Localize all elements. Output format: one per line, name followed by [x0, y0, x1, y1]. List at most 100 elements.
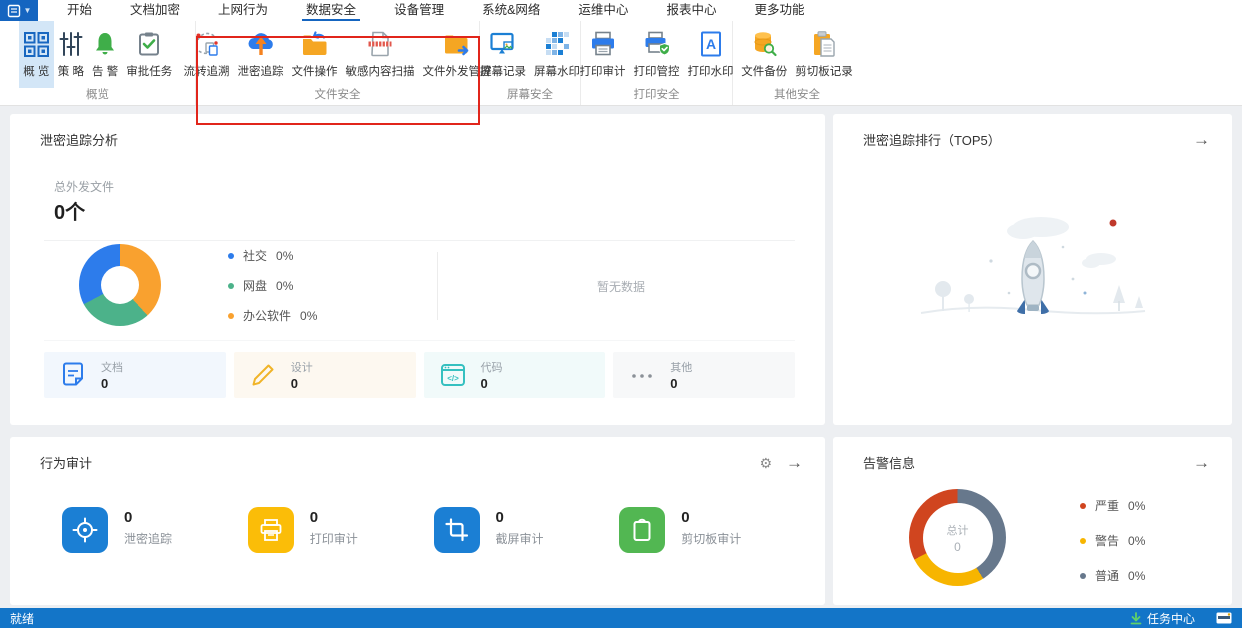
ribbon-button-file-backup[interactable]: 文件备份 [737, 21, 791, 88]
ribbon-group-label-file-security: 文件安全 [314, 89, 361, 101]
leak-analysis-title: 泄密追踪分析 [40, 133, 119, 148]
ribbon-button-overview[interactable]: 概 览 [18, 21, 54, 88]
arrow-right-icon[interactable]: → [1193, 454, 1210, 471]
ribbon-group-label-other-security: 其他安全 [774, 89, 820, 101]
app-menu-caret-icon: ▼ [23, 5, 32, 15]
tile-other: 其他 0 [613, 352, 795, 398]
clipboard-record-icon [810, 26, 838, 62]
divider [44, 240, 795, 241]
menu-tab-system-network[interactable]: 系统&网络 [463, 0, 559, 21]
leak-trace-ranking-card: 泄密追踪排行（TOP5） → [833, 114, 1232, 425]
gear-icon[interactable]: ⚙ [759, 456, 772, 470]
no-data-text: 暂无数据 [596, 280, 645, 294]
ribbon-button-sensitive-scan[interactable]: 敏感内容扫描 [342, 21, 419, 88]
screen-record-icon [489, 26, 517, 62]
menu-tab-start[interactable]: 开始 [48, 0, 111, 21]
file-operation-folder-icon [300, 26, 330, 62]
arrow-right-icon[interactable]: → [786, 454, 803, 471]
ribbon-group-overview: 概 览 策 略 告 警 审批任务 概览 [0, 21, 196, 105]
statusbar: 就绪 任务中心 [0, 608, 1242, 628]
app-logo-icon [7, 4, 20, 17]
menu-tab-report-center[interactable]: 报表中心 [647, 0, 735, 21]
ribbon-group-label-overview: 概览 [86, 89, 109, 101]
legend-dot-normal [1080, 572, 1086, 579]
ribbon-button-screen-record[interactable]: 屏幕记录 [476, 21, 530, 88]
ribbon-group-print-security: 打印审计 打印管控 A 打印水印 打印安全 [580, 21, 734, 105]
legend-item-social: 社交 0% [228, 247, 317, 264]
menu-tabs: 开始 文档加密 上网行为 数据安全 设备管理 系统&网络 运维中心 报表中心 更… [48, 0, 823, 21]
ribbon-group-other-security: 文件备份 剪切板记录 其他安全 [733, 21, 861, 105]
crop-icon [433, 507, 480, 553]
ribbon-button-leak-trace[interactable]: 泄密追踪 [234, 21, 288, 88]
leak-trace-cloud-icon [246, 26, 276, 62]
behavior-audit-stats: 0 泄密追踪 0 打印审计 0 截屏审计 0 剪切板审计 [62, 507, 805, 553]
document-icon [63, 362, 83, 386]
stat-screenshot-audit: 0 截屏审计 [433, 507, 620, 553]
status-ready-text: 就绪 [10, 611, 35, 626]
alert-info-title: 告警信息 [863, 456, 916, 471]
ribbon-button-flow-trace[interactable]: 流转追溯 [180, 21, 234, 88]
menu-tab-doc-encryption[interactable]: 文档加密 [111, 0, 199, 21]
ribbon-button-policy[interactable]: 策 略 [54, 21, 88, 88]
sensitive-scan-icon [365, 26, 395, 62]
legend-dot-severe [1080, 502, 1086, 509]
vertical-divider [437, 252, 438, 320]
ribbon-toolbar: 概 览 策 略 告 警 审批任务 概览 流转追溯 泄密追踪 文件操作 敏感内容扫… [0, 21, 1242, 125]
flow-trace-icon [193, 26, 221, 62]
ribbon-group-label-print-security: 打印安全 [633, 89, 680, 101]
outgoing-channel-legend: 社交 0% 网盘 0% 办公软件 0% [228, 247, 317, 324]
pencil-icon [252, 364, 274, 386]
legend-item-office-software: 办公软件 0% [228, 307, 317, 324]
more-dots-icon [632, 374, 653, 378]
stat-clipboard-audit: 0 剪切板审计 [619, 507, 805, 553]
arrow-right-icon[interactable]: → [1193, 131, 1210, 148]
ribbon-button-alerts[interactable]: 告 警 [88, 21, 122, 88]
legend-item-warning: 警告 0% [1080, 532, 1145, 549]
tile-code: </> 代码 0 [423, 352, 606, 398]
ribbon-button-file-operation[interactable]: 文件操作 [288, 21, 342, 88]
target-icon [62, 507, 108, 553]
ribbon-group-screen-security: 屏幕记录 屏幕水印 屏幕安全 [480, 21, 581, 105]
tile-document: 文档 0 [44, 352, 226, 398]
app-window: ▼ 开始 文档加密 上网行为 数据安全 设备管理 系统&网络 运维中心 报表中心… [0, 0, 1242, 628]
alert-legend: 严重 0% 警告 0% 普通 0% [1080, 497, 1145, 584]
empty-state-rocket-illustration [920, 217, 1145, 315]
legend-item-netdisk: 网盘 0% [228, 277, 317, 294]
task-center-label: 任务中心 [1146, 611, 1195, 626]
legend-item-normal: 普通 0% [1080, 567, 1145, 584]
message-envelope-icon[interactable] [1216, 612, 1232, 624]
ribbon-button-print-watermark[interactable]: A 打印水印 [684, 21, 738, 88]
ribbon-group-label-screen-security: 屏幕安全 [507, 89, 553, 101]
file-outgoing-folder-icon [442, 26, 472, 62]
menu-tab-data-security[interactable]: 数据安全 [287, 0, 375, 21]
legend-dot-warning [1080, 537, 1086, 544]
code-icon: </> [440, 364, 465, 386]
ribbon-button-print-audit[interactable]: 打印审计 [576, 21, 630, 88]
menu-tab-device-mgmt[interactable]: 设备管理 [375, 0, 463, 21]
legend-dot-netdisk [228, 282, 234, 289]
approval-clipboard-icon [136, 26, 162, 62]
file-backup-icon [750, 26, 778, 62]
menu-tab-web-behavior[interactable]: 上网行为 [199, 0, 287, 21]
stat-print-audit: 0 打印审计 [247, 507, 434, 553]
ribbon-group-file-security: 流转追溯 泄密追踪 文件操作 敏感内容扫描 文件外发管控 文件安全 [184, 21, 492, 105]
menu-tab-ops-center[interactable]: 运维中心 [559, 0, 647, 21]
policy-sliders-icon [58, 26, 84, 62]
app-menu-button[interactable]: ▼ [0, 0, 38, 21]
ribbon-button-print-control[interactable]: 打印管控 [630, 21, 684, 88]
svg-text:A: A [705, 36, 715, 52]
stat-leak-trace: 0 泄密追踪 [62, 507, 248, 553]
total-outgoing-files-label: 总外发文件 [54, 180, 115, 194]
behavior-audit-title: 行为审计 [40, 456, 93, 471]
ribbon-button-clipboard-record[interactable]: 剪切板记录 [791, 21, 857, 88]
svg-text:</>: </> [447, 374, 459, 383]
outgoing-channel-donut-chart [79, 244, 161, 326]
menu-tab-more[interactable]: 更多功能 [735, 0, 823, 21]
donut-center: 总计 0 [922, 502, 993, 573]
print-control-icon [643, 26, 671, 62]
task-center-button[interactable]: 任务中心 [1130, 610, 1195, 627]
ribbon-button-approval-tasks[interactable]: 审批任务 [122, 21, 176, 88]
alert-level-donut-chart: 总计 0 [909, 489, 1006, 586]
print-watermark-icon: A [698, 26, 724, 62]
clipboard-icon [619, 507, 666, 553]
